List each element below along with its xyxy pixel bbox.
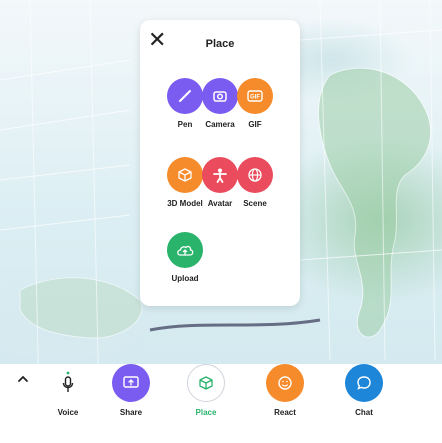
bottom-toolbar: Voice Share Place React Chat [0,364,442,443]
tool-gif[interactable]: GIF GIF [229,78,281,129]
tool-label: GIF [248,120,262,129]
share-label: Share [119,408,143,417]
react-label: React [274,408,296,417]
react-button[interactable]: React [255,364,315,417]
tool-scene[interactable]: Scene [229,157,281,208]
cloud-upload-icon [167,232,203,268]
tool-label: Upload [171,274,199,283]
chat-button[interactable]: Chat [334,364,394,417]
gif-icon: GIF [237,78,273,114]
voice-button[interactable]: Voice [48,364,88,417]
svg-text:GIF: GIF [250,95,260,101]
tool-label: Scene [243,199,267,208]
tool-upload[interactable]: Upload [159,232,211,283]
place-label: Place [195,408,217,417]
share-button[interactable]: Share [101,364,161,417]
chevron-left-icon[interactable] [3,392,17,408]
voice-label: Voice [57,408,79,417]
globe-icon [237,157,273,193]
panel-title: Place [205,38,235,50]
share-screen-icon [112,364,150,402]
place-panel: ✕ Place Pen Camera GIF GIF 3D Model Avat… [140,20,300,306]
chat-label: Chat [355,408,373,417]
chat-bubble-icon [345,364,383,402]
microphone-icon [48,364,88,402]
place-button[interactable]: Place [176,364,236,417]
place-cube-icon [187,364,225,402]
smiley-icon [266,364,304,402]
chevron-up-icon[interactable] [14,370,32,388]
